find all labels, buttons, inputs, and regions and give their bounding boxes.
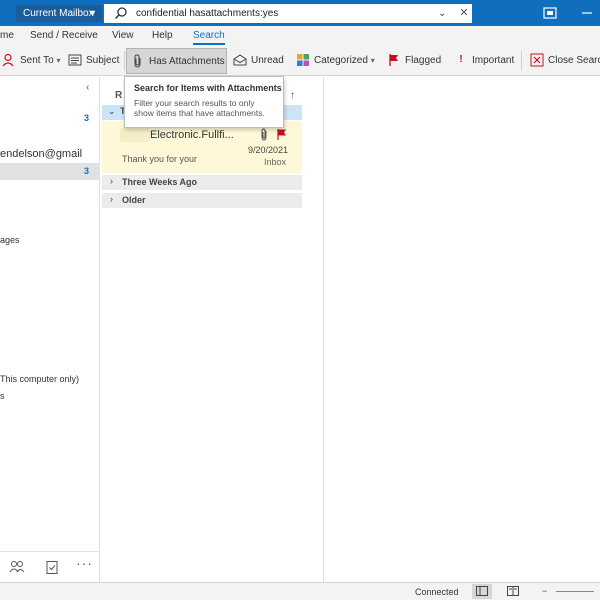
chevron-down-icon: ▾ <box>370 56 375 65</box>
exclamation-icon: ! <box>459 54 463 66</box>
close-icon <box>530 53 544 67</box>
tooltip-title: Search for Items with Attachments <box>134 83 282 93</box>
title-bar: Current Mailbox ▼ confidential hasattach… <box>0 0 600 26</box>
close-search-button[interactable]: Close Searc <box>530 48 600 74</box>
categorized-button[interactable]: Categorized ▾ <box>296 48 375 74</box>
search-icon <box>114 7 127 20</box>
sort-arrow-icon[interactable]: ↑ <box>290 90 295 101</box>
zoom-slider[interactable] <box>556 591 594 592</box>
search-scope-label: Current Mailbox <box>23 8 94 19</box>
list-item[interactable]: Electronic.Fullfi... 9/20/2021 Thank you… <box>102 121 302 173</box>
chevron-down-icon: ▼ <box>88 8 97 18</box>
sent-to-button[interactable]: Sent To ▾ <box>2 48 61 74</box>
results-heading: R <box>115 90 123 101</box>
flag-icon[interactable] <box>276 128 287 140</box>
subject-icon <box>68 54 82 66</box>
message-sender: Electronic.Fullfi... <box>150 129 234 141</box>
chevron-right-icon: › <box>110 176 113 186</box>
unread-count: 3 <box>84 113 90 123</box>
category-icon <box>297 54 309 67</box>
connection-status: Connected <box>415 587 459 597</box>
tooltip-body: Filter your search results to only show … <box>134 98 265 118</box>
folder-pane: ‹ 3 endelson@gmail 3 ages This computer … <box>0 77 100 582</box>
chevron-down-icon: ▾ <box>56 56 61 65</box>
important-button[interactable]: ! Important <box>454 48 514 74</box>
tab-send-receive[interactable]: Send / Receive <box>30 26 98 46</box>
close-search-label: Close Searc <box>548 55 600 66</box>
tab-help[interactable]: Help <box>152 26 173 46</box>
person-icon <box>2 54 14 67</box>
search-options-chevron-icon[interactable]: ⌄ <box>438 4 446 23</box>
tab-view[interactable]: View <box>112 26 134 46</box>
tab-home[interactable]: me <box>0 26 14 46</box>
flagged-label: Flagged <box>405 55 442 66</box>
subject-label: Subject <box>86 55 120 66</box>
tab-search[interactable]: Search <box>193 26 225 46</box>
folder-item-local[interactable]: This computer only) <box>0 374 79 384</box>
ribbon-divider <box>124 51 125 71</box>
search-box[interactable]: confidential hasattachments:yes ⌄ ✕ <box>104 4 472 23</box>
search-input[interactable]: confidential hasattachments:yes <box>136 4 278 23</box>
message-preview: Thank you for your <box>122 154 198 164</box>
group-header[interactable]: › Three Weeks Ago <box>102 175 302 191</box>
more-icon[interactable]: ··· <box>76 555 92 571</box>
group-label: Three Weeks Ago <box>122 177 198 187</box>
status-bar: Connected − <box>0 582 600 600</box>
message-list: R ↑ ⌄ T Electronic.Fullfi... 9/20/2021 T… <box>102 77 302 582</box>
ribbon: Sent To ▾ Subject Has Attachments Unread… <box>0 46 600 76</box>
folder-item-other[interactable]: s <box>0 391 5 401</box>
account-name[interactable]: endelson@gmail <box>0 148 82 160</box>
group-label: Older <box>122 195 146 205</box>
has-attachments-button[interactable]: Has Attachments <box>126 48 227 74</box>
normal-view-icon <box>476 586 488 596</box>
unread-button[interactable]: Unread <box>233 48 284 74</box>
group-header[interactable]: › Older <box>102 193 302 209</box>
minimize-icon[interactable] <box>580 6 594 20</box>
has-attachments-label: Has Attachments <box>149 56 225 67</box>
chevron-down-icon: ⌄ <box>108 106 116 116</box>
reading-view-icon[interactable] <box>507 586 519 596</box>
folder-item-messages[interactable]: ages <box>0 235 20 245</box>
flagged-button[interactable]: Flagged <box>387 48 441 74</box>
tooltip: Search for Items with Attachments Filter… <box>124 76 284 128</box>
message-folder: Inbox <box>264 157 287 167</box>
clear-search-icon[interactable]: ✕ <box>456 4 472 23</box>
paperclip-icon <box>134 54 141 68</box>
zoom-out-icon[interactable]: − <box>542 586 547 596</box>
sent-to-label: Sent To <box>20 55 54 66</box>
categorized-label: Categorized <box>314 55 368 66</box>
search-scope-dropdown[interactable]: Current Mailbox ▼ <box>16 5 102 22</box>
ribbon-divider <box>521 51 522 71</box>
window-mode-icon[interactable] <box>543 6 557 20</box>
chevron-right-icon: › <box>110 194 113 204</box>
tasks-icon[interactable] <box>44 560 60 574</box>
important-label: Important <box>472 55 515 66</box>
reading-pane <box>323 77 600 582</box>
unread-count: 3 <box>84 166 90 176</box>
unread-label: Unread <box>251 55 284 66</box>
paperclip-icon <box>261 128 267 141</box>
flag-icon <box>389 54 398 67</box>
navigation-bar: ··· <box>0 551 99 581</box>
redacted-sender-prefix <box>120 128 150 142</box>
people-icon[interactable] <box>9 560 25 574</box>
envelope-open-icon <box>233 54 247 66</box>
collapse-pane-chevron-icon[interactable]: ‹ <box>86 82 89 93</box>
message-date: 9/20/2021 <box>248 145 289 155</box>
subject-button[interactable]: Subject <box>68 48 119 74</box>
menu-bar: me Send / Receive View Help Search <box>0 26 600 46</box>
